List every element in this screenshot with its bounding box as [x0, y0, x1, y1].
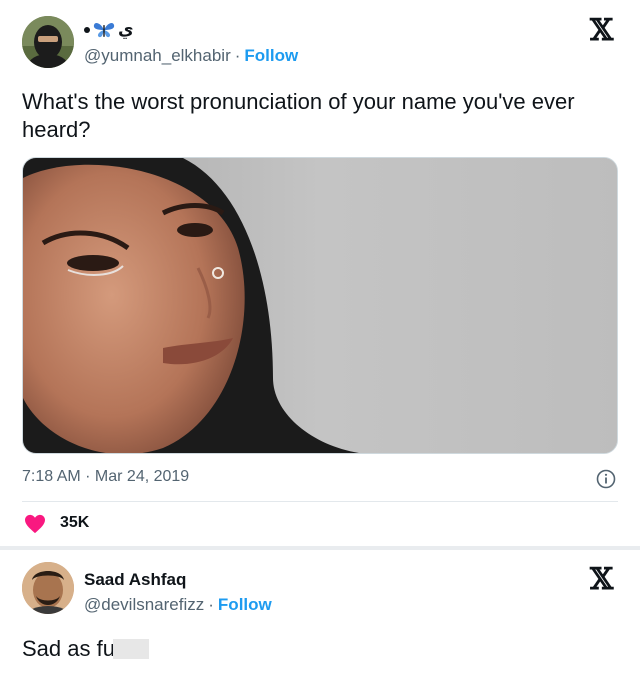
info-icon[interactable] [596, 469, 616, 489]
butterfly-icon [93, 22, 115, 38]
author-name[interactable]: ي [84, 18, 134, 40]
author-handle-line: @yumnah_elkhabir · Follow [84, 46, 298, 66]
x-logo-icon[interactable]: 𝕏 [590, 565, 613, 595]
reply-author-handle[interactable]: @devilsnarefizz [84, 595, 204, 614]
heart-icon[interactable] [24, 514, 46, 534]
reply-text-line: Sad as fu [22, 636, 149, 662]
reply-separator: · [208, 595, 214, 614]
like-count[interactable]: 35K [60, 514, 89, 532]
divider [22, 501, 618, 502]
x-logo-icon[interactable]: 𝕏 [590, 16, 613, 46]
follow-button[interactable]: Follow [244, 46, 298, 65]
reply-author-avatar[interactable] [22, 562, 74, 614]
tweet-card: ي @yumnah_elkhabir · Follow 𝕏 What's the w… [0, 0, 640, 546]
dot-icon [84, 27, 90, 33]
tweet-media-image[interactable] [22, 157, 618, 454]
author-display-glyph: ي [118, 20, 134, 39]
reply-follow-button[interactable]: Follow [218, 595, 272, 614]
reply-text: Sad as fu [22, 636, 115, 661]
separator: · [234, 46, 241, 65]
reply-handle-line: @devilsnarefizz · Follow [84, 595, 272, 615]
gif-image [23, 158, 617, 453]
censor-blur [112, 639, 149, 659]
author-handle[interactable]: @yumnah_elkhabir [84, 46, 231, 65]
reply-author-name[interactable]: Saad Ashfaq [84, 570, 186, 590]
author-avatar[interactable] [22, 16, 74, 68]
tweet-text: What's the worst pronunciation of your n… [22, 89, 575, 142]
tweet-timestamp[interactable]: 7:18 AM · Mar 24, 2019 [22, 468, 189, 486]
